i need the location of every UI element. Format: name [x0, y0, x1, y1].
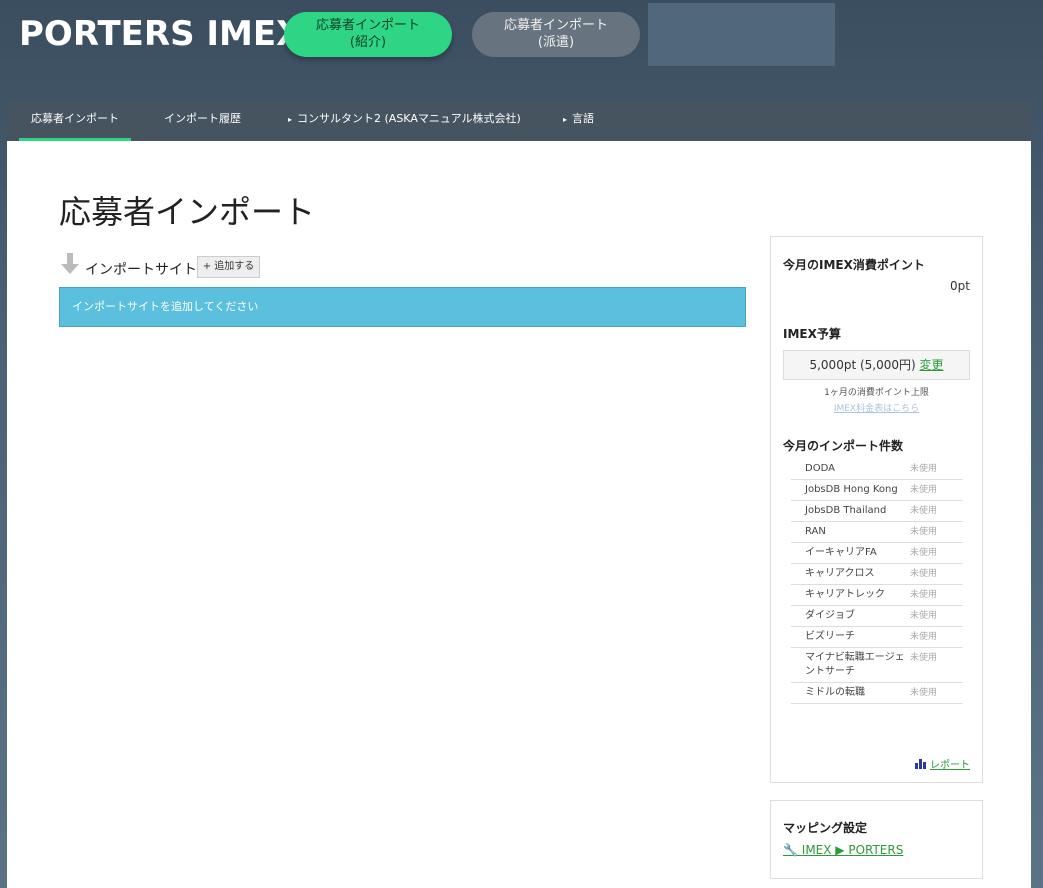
site-name: キャリアクロス [805, 568, 875, 579]
brand-logo: PORTERS IMEX [19, 14, 303, 54]
header-overlay [648, 3, 835, 66]
nav-tab-label: インポート履歴 [164, 112, 241, 125]
main-panel: 応募者インポート インポート履歴 ▸ コンサルタント2 (ASKAマニュアル株式会… [7, 101, 1031, 888]
nav-menu-consultant[interactable]: ▸ コンサルタント2 (ASKAマニュアル株式会社) [288, 101, 521, 141]
wrench-icon: 🔧 [783, 843, 798, 857]
import-count-row: JobsDB Thailand 未使用 [791, 501, 963, 522]
budget-note: 1ヶ月の消費ポイント上限 [824, 388, 929, 398]
nav-menu-language[interactable]: ▸ 言語 [563, 101, 594, 141]
import-count-row: RAN 未使用 [791, 522, 963, 543]
nav-tab-label: 言語 [572, 112, 595, 125]
mode-button-referral-line1: 応募者インポート [315, 18, 420, 33]
budget-value: 5,000pt (5,000円) [809, 358, 916, 372]
mapping-heading: マッピング設定 [783, 821, 868, 835]
mode-button-dispatch[interactable]: 応募者インポート (派遣) [472, 12, 640, 57]
site-status: 未使用 [910, 590, 938, 600]
bar-chart-icon [915, 759, 927, 769]
mode-button-dispatch-line1: 応募者インポート [503, 18, 608, 33]
import-count-row: JobsDB Hong Kong 未使用 [791, 480, 963, 501]
site-status: 未使用 [910, 688, 938, 698]
caret-right-icon: ▸ [288, 115, 293, 124]
mapping-box: マッピング設定 🔧 IMEX ▶ PORTERS [770, 800, 983, 879]
import-count-row: ミドルの転職 未使用 [791, 683, 963, 704]
site-name: DODA [805, 463, 835, 474]
site-status: 未使用 [910, 632, 938, 642]
points-value: 0pt [950, 279, 970, 293]
site-name: ダイジョブ [805, 610, 855, 621]
site-name: イーキャリアFA [805, 547, 877, 558]
points-summary-box: 今月のIMEX消費ポイント 0pt IMEX予算 5,000pt (5,000円… [770, 236, 983, 783]
import-count-heading: 今月のインポート件数 [783, 439, 904, 453]
mapping-link-label: IMEX ▶ PORTERS [801, 843, 904, 857]
import-count-row: キャリアトレック 未使用 [791, 585, 963, 606]
budget-change-link[interactable]: 変更 [920, 358, 944, 372]
import-count-row: マイナビ転職エージェントサーチ 未使用 [791, 648, 963, 683]
import-count-row: キャリアクロス 未使用 [791, 564, 963, 585]
mode-button-referral-line2: (紹介) [349, 35, 387, 50]
report-link-label: レポート [930, 760, 970, 771]
import-count-row: イーキャリアFA 未使用 [791, 543, 963, 564]
mode-button-referral[interactable]: 応募者インポート (紹介) [284, 12, 452, 57]
nav-tab-applicant-import[interactable]: 応募者インポート [19, 101, 131, 141]
site-name: JobsDB Thailand [805, 505, 887, 516]
site-status: 未使用 [910, 653, 938, 663]
pricing-link-wrap: IMEX料金表はこちら [771, 401, 982, 414]
arrow-down-icon [61, 253, 79, 274]
points-heading: 今月のIMEX消費ポイント [783, 258, 925, 272]
mode-button-dispatch-line2: (派遣) [537, 35, 575, 50]
site-status: 未使用 [910, 611, 938, 621]
budget-heading: IMEX予算 [783, 327, 841, 341]
site-name: JobsDB Hong Kong [805, 484, 898, 495]
import-site-label: インポートサイト [85, 262, 197, 278]
page-title: 応募者インポート [59, 193, 316, 231]
pricing-link[interactable]: IMEX料金表はこちら [834, 404, 919, 414]
nav-tab-label: コンサルタント2 (ASKAマニュアル株式会社) [297, 112, 521, 125]
import-count-list: DODA 未使用 JobsDB Hong Kong 未使用 JobsDB Thailan… [791, 459, 963, 704]
info-alert: インポートサイトを追加してください [59, 287, 746, 327]
budget-box: 5,000pt (5,000円) 変更 [783, 350, 970, 380]
site-status: 未使用 [910, 548, 938, 558]
site-name: マイナビ転職エージェントサーチ [805, 652, 905, 677]
site-status: 未使用 [910, 569, 938, 579]
site-status: 未使用 [910, 506, 938, 516]
caret-right-icon: ▸ [563, 115, 568, 124]
nav-tab-label: 応募者インポート [31, 112, 119, 125]
site-name: ミドルの転職 [805, 687, 865, 698]
mapping-link[interactable]: 🔧 IMEX ▶ PORTERS [783, 843, 903, 857]
nav-bar: 応募者インポート インポート履歴 ▸ コンサルタント2 (ASKAマニュアル株式会… [7, 101, 1031, 141]
add-site-button[interactable]: + 追加する [197, 256, 260, 278]
import-count-row: DODA 未使用 [791, 459, 963, 480]
site-status: 未使用 [910, 485, 938, 495]
site-status: 未使用 [910, 464, 938, 474]
nav-tab-import-history[interactable]: インポート履歴 [164, 101, 241, 141]
import-count-row: ビズリーチ 未使用 [791, 627, 963, 648]
site-name: ビズリーチ [805, 631, 855, 642]
report-link[interactable]: レポート [915, 756, 970, 771]
site-status: 未使用 [910, 527, 938, 537]
import-count-row: ダイジョブ 未使用 [791, 606, 963, 627]
site-name: キャリアトレック [805, 589, 885, 600]
site-name: RAN [805, 526, 826, 537]
